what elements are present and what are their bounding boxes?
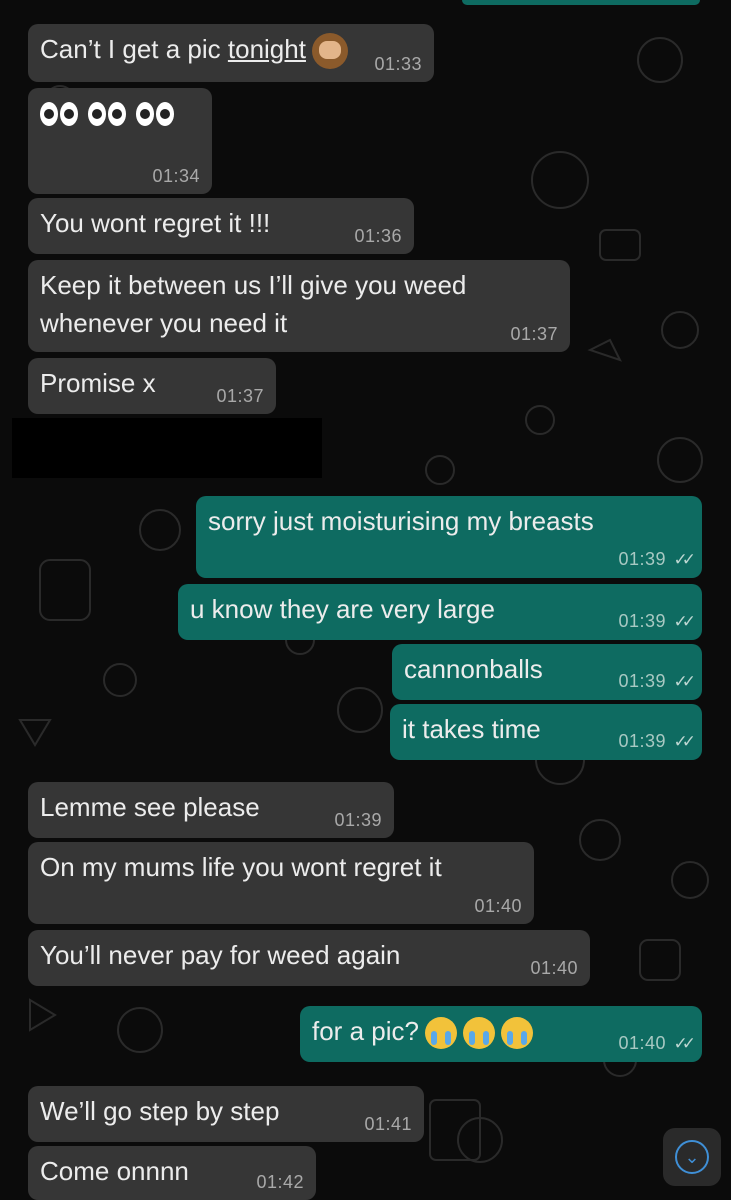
message-time-status: 01:39 ✓✓: [618, 671, 696, 692]
message-time: 01:42: [256, 1172, 304, 1192]
see-no-evil-monkey-icon: [311, 33, 348, 70]
eyes-icon: [40, 102, 78, 126]
loudly-crying-face-icon: [462, 1017, 495, 1050]
message-time: 01:36: [354, 226, 402, 246]
message-time: 01:39: [334, 810, 382, 830]
message-time: 01:34: [152, 166, 200, 186]
chevron-down-icon: ⌄: [675, 1140, 709, 1174]
message-time: 01:40: [530, 958, 578, 978]
message-time: 01:39: [618, 549, 666, 569]
message-outgoing[interactable]: sorry just moisturising my breasts 01:39…: [196, 496, 702, 578]
previous-message-edge: [462, 0, 700, 5]
message-text: Promise x: [40, 368, 156, 398]
message-text: Lemme see please: [40, 792, 260, 822]
read-receipt-icon: ✓✓: [673, 672, 696, 691]
message-incoming[interactable]: You wont regret it !!! 01:36: [28, 198, 414, 254]
read-receipt-icon: ✓✓: [673, 550, 696, 569]
message-time-status: 01:39 ✓✓: [618, 731, 696, 752]
message-time: 01:37: [510, 324, 558, 344]
message-text: On my mums life you wont regret it: [40, 852, 442, 882]
message-time: 01:40: [474, 896, 522, 916]
message-link[interactable]: tonight: [228, 34, 306, 64]
message-outgoing[interactable]: u know they are very large 01:39 ✓✓: [178, 584, 702, 640]
message-incoming[interactable]: On my mums life you wont regret it 01:40: [28, 842, 534, 924]
message-text: We’ll go step by step: [40, 1096, 280, 1126]
message-text: u know they are very large: [190, 594, 495, 624]
loudly-crying-face-icon: [424, 1017, 457, 1050]
message-time-status: 01:39 ✓✓: [618, 611, 696, 632]
redacted-area: [12, 418, 322, 478]
message-incoming[interactable]: Keep it between us I’ll give you weed wh…: [28, 260, 570, 352]
eyes-icon: [136, 102, 174, 126]
message-time: 01:33: [374, 54, 422, 74]
message-incoming[interactable]: You’ll never pay for weed again 01:40: [28, 930, 590, 986]
message-text: for a pic?: [312, 1016, 419, 1046]
read-receipt-icon: ✓✓: [673, 612, 696, 631]
eyes-emoji-row: [40, 94, 200, 126]
scroll-to-bottom-button[interactable]: ⌄: [663, 1128, 721, 1186]
message-incoming[interactable]: Lemme see please 01:39: [28, 782, 394, 838]
message-incoming[interactable]: 01:34: [28, 88, 212, 194]
message-incoming[interactable]: Can’t I get a pic tonight 01:33: [28, 24, 434, 82]
message-time: 01:39: [618, 611, 666, 631]
message-time-status: 01:39 ✓✓: [618, 549, 696, 570]
message-incoming[interactable]: Promise x 01:37: [28, 358, 276, 414]
message-time: 01:39: [618, 731, 666, 751]
message-text: it takes time: [402, 714, 541, 744]
message-text: sorry just moisturising my breasts: [208, 506, 594, 536]
message-time: 01:40: [618, 1033, 666, 1053]
message-outgoing[interactable]: for a pic? 01:40 ✓✓: [300, 1006, 702, 1062]
message-outgoing[interactable]: it takes time 01:39 ✓✓: [390, 704, 702, 760]
message-text: Come onnnn: [40, 1156, 189, 1186]
message-text: Keep it between us I’ll give you weed wh…: [40, 270, 467, 338]
loudly-crying-face-icon: [500, 1017, 533, 1050]
message-time-status: 01:40 ✓✓: [618, 1033, 696, 1054]
eyes-icon: [88, 102, 126, 126]
message-text: You wont regret it !!!: [40, 208, 271, 238]
read-receipt-icon: ✓✓: [673, 732, 696, 751]
read-receipt-icon: ✓✓: [673, 1034, 696, 1053]
message-time: 01:41: [364, 1114, 412, 1134]
message-time: 01:39: [618, 671, 666, 691]
message-incoming[interactable]: We’ll go step by step 01:41: [28, 1086, 424, 1142]
message-text: Can’t I get a pic: [40, 34, 228, 64]
message-incoming[interactable]: Come onnnn 01:42: [28, 1146, 316, 1200]
message-time: 01:37: [216, 386, 264, 406]
message-text: cannonballs: [404, 654, 543, 684]
message-text: You’ll never pay for weed again: [40, 940, 401, 970]
message-outgoing[interactable]: cannonballs 01:39 ✓✓: [392, 644, 702, 700]
